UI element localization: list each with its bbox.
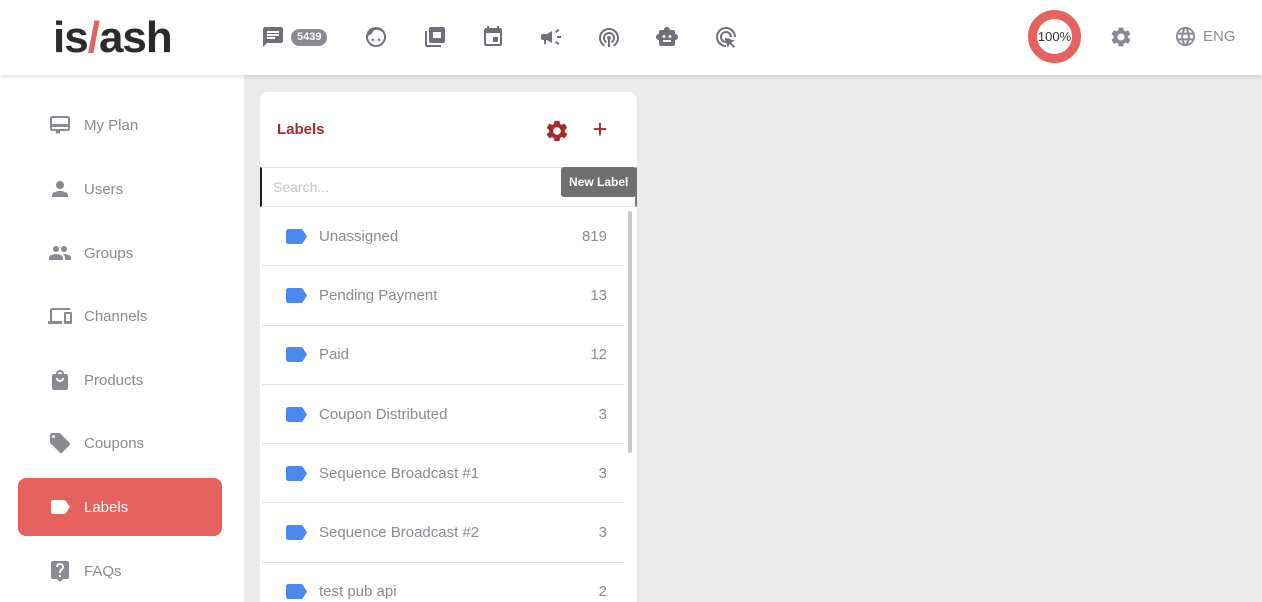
label-count: 13 [590, 286, 607, 304]
label-row[interactable]: Sequence Broadcast #2 3 [262, 503, 624, 563]
label-settings-gear-icon[interactable] [544, 118, 570, 144]
label-tag-icon [286, 465, 307, 481]
label-row[interactable]: test pub api 2 [262, 563, 624, 602]
label-count: 12 [590, 346, 607, 364]
top-header: is/ash 5439 100% ENG [0, 0, 1262, 75]
label-name: test pub api [319, 583, 397, 601]
label-tag-icon [286, 525, 307, 541]
label-row[interactable]: Paid 12 [262, 326, 624, 385]
cursor-icon[interactable] [713, 24, 739, 50]
sidebar-item-faqs[interactable]: FAQs [18, 542, 222, 600]
new-label-plus-icon[interactable]: + [589, 116, 611, 142]
plan-icon [50, 116, 70, 134]
tags-icon [50, 433, 70, 453]
sidebar-item-label: Coupons [84, 434, 145, 452]
label-icon [51, 500, 70, 514]
label-row[interactable]: Sequence Broadcast #1 3 [262, 444, 624, 504]
label-name: Paid [319, 346, 350, 364]
sidebar-item-products[interactable]: Products [18, 351, 222, 409]
user-icon [52, 181, 68, 197]
sidebar-item-label: Groups [84, 244, 134, 262]
label-count: 3 [598, 524, 607, 542]
chat-icon[interactable] [260, 24, 286, 50]
sidebar-item-label: FAQs [84, 562, 122, 580]
language-selector[interactable]: ENG [1174, 25, 1236, 48]
label-row[interactable]: Coupon Distributed 3 [262, 385, 624, 445]
sidebar-item-labels[interactable]: Labels [18, 478, 222, 536]
label-row[interactable]: Pending Payment 13 [262, 266, 624, 326]
broadcast-icon[interactable] [538, 24, 564, 50]
globe-icon [1175, 26, 1196, 47]
chat-count-badge: 5439 [291, 29, 328, 46]
new-label-tooltip: New Label [561, 167, 637, 197]
usage-progress-ring[interactable]: 100% [1028, 10, 1081, 63]
language-label: ENG [1203, 28, 1236, 45]
sidebar-item-label: My Plan [84, 116, 139, 134]
label-name: Sequence Broadcast #2 [319, 524, 480, 542]
settings-gear-icon[interactable] [1109, 25, 1133, 49]
label-name: Coupon Distributed [319, 405, 448, 423]
devices-icon [48, 308, 72, 324]
sidebar-item-label: Products [84, 371, 144, 389]
label-name: Unassigned [319, 227, 399, 245]
label-name: Pending Payment [319, 286, 438, 304]
label-count: 3 [598, 464, 607, 482]
sidebar-item-groups[interactable]: Groups [18, 224, 222, 282]
label-count: 819 [581, 227, 607, 245]
label-list: Unassigned 819 Pending Payment 13 Paid 1… [260, 207, 624, 602]
label-row[interactable]: Unassigned 819 [262, 207, 624, 267]
label-list-scrollbar[interactable] [628, 211, 632, 453]
sidebar-item-my-plan[interactable]: My Plan [18, 96, 222, 154]
sidebar-item-label: Channels [84, 307, 148, 325]
logo[interactable]: is/ash [53, 14, 173, 62]
bag-icon [52, 370, 68, 390]
group-icon [49, 246, 71, 260]
label-tag-icon [286, 228, 307, 244]
sidebar-item-label: Users [84, 180, 124, 198]
face-icon[interactable] [363, 24, 389, 50]
label-tag-icon [286, 584, 307, 600]
label-count: 3 [598, 405, 607, 423]
label-count: 2 [598, 583, 607, 601]
calendar-icon[interactable] [480, 24, 506, 50]
label-tag-icon [286, 347, 307, 363]
panel-title: Labels [277, 121, 325, 138]
sidebar: My Plan Users Groups Channels Products C… [0, 75, 244, 602]
bot-icon[interactable] [654, 24, 680, 50]
label-name: Sequence Broadcast #1 [319, 464, 480, 482]
sidebar-item-label: Labels [84, 498, 129, 516]
label-tag-icon [286, 287, 307, 303]
sidebar-item-channels[interactable]: Channels [18, 287, 222, 345]
sidebar-item-users[interactable]: Users [18, 160, 222, 218]
question-icon [51, 561, 69, 582]
podcast-icon[interactable] [596, 24, 622, 50]
channels-icon[interactable] [422, 24, 448, 50]
label-tag-icon [286, 406, 307, 422]
sidebar-item-coupons[interactable]: Coupons [18, 414, 222, 472]
